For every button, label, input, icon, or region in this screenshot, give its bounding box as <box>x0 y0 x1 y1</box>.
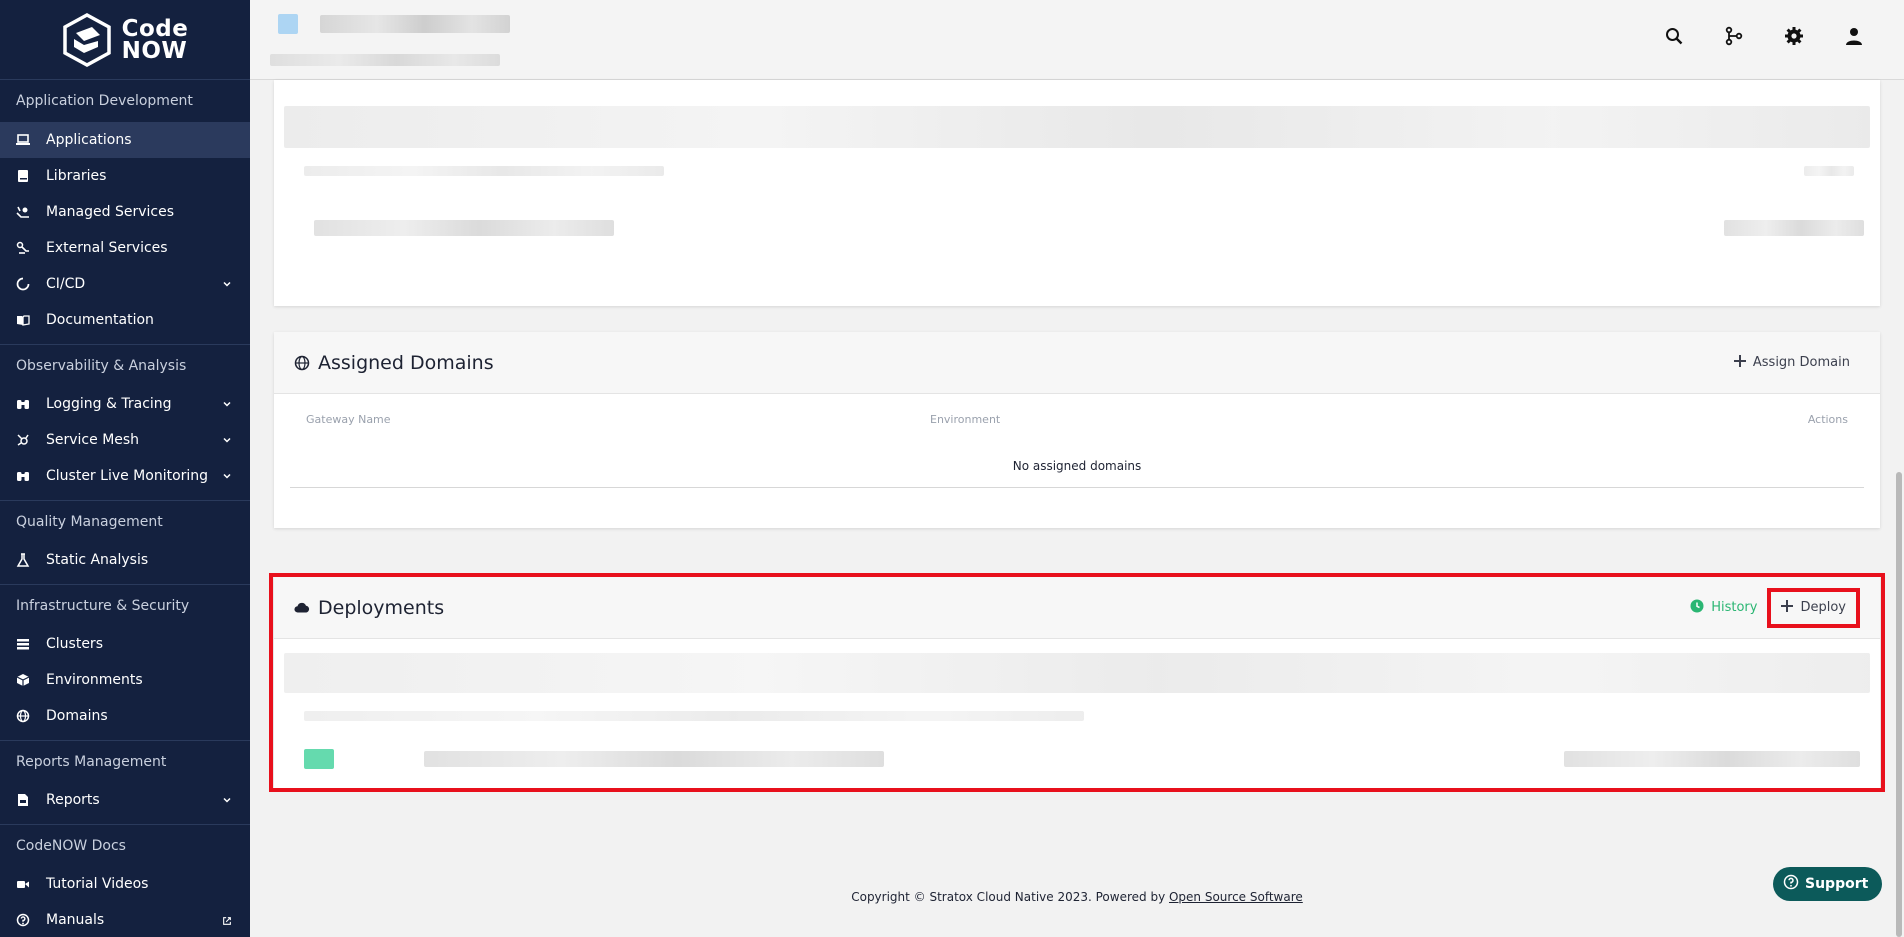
external-link-icon <box>222 915 232 925</box>
main-content: Assigned Domains Assign Domain Gateway N… <box>250 80 1904 937</box>
col-gateway-name: Gateway Name <box>306 412 391 426</box>
deployments-title: Deployments <box>318 596 445 619</box>
plug-icon <box>16 241 30 255</box>
col-environment: Environment <box>930 412 1001 426</box>
history-button[interactable]: History <box>1680 591 1767 625</box>
cloud-icon <box>294 600 310 616</box>
flask-icon <box>16 553 30 567</box>
blurred-app-title <box>320 15 510 33</box>
blurred-app-icon <box>278 14 298 34</box>
blurred-row-right <box>1724 220 1864 236</box>
sidebar-item-managed-services[interactable]: Managed Services <box>0 194 250 230</box>
clock-icon <box>1690 599 1704 617</box>
section-codenow-docs: CodeNOW Docs <box>0 824 250 866</box>
laptop-icon <box>16 133 30 147</box>
assigned-domains-title: Assigned Domains <box>318 351 494 374</box>
blurred-row <box>314 220 614 236</box>
sidebar-item-domains[interactable]: Domains <box>0 698 250 734</box>
binoculars-icon <box>16 397 30 411</box>
blurred-deploy-header <box>284 653 1870 693</box>
open-source-link[interactable]: Open Source Software <box>1169 890 1303 904</box>
sidebar-item-environments[interactable]: Environments <box>0 662 250 698</box>
book-icon <box>16 169 30 183</box>
cycle-icon <box>16 277 30 291</box>
col-actions: Actions <box>1807 412 1848 426</box>
sidebar-item-service-mesh[interactable]: Service Mesh <box>0 422 250 458</box>
question-circle-icon <box>16 913 30 927</box>
chevron-down-icon <box>222 795 232 805</box>
domains-table-header: Gateway Name Environment Actions <box>274 394 1880 444</box>
blurred-col-label-right <box>1804 166 1854 176</box>
chevron-down-icon <box>222 279 232 289</box>
gear-icon[interactable] <box>1784 26 1804 46</box>
codenow-logo[interactable]: Code NOW <box>0 0 250 80</box>
blurred-deploy-row-right <box>1564 751 1860 767</box>
domains-empty-state: No assigned domains <box>290 444 1864 488</box>
search-icon[interactable] <box>1664 26 1684 46</box>
sidebar-item-external-services[interactable]: External Services <box>0 230 250 266</box>
chevron-down-icon <box>222 471 232 481</box>
question-circle-icon <box>1783 874 1799 894</box>
chevron-down-icon <box>222 435 232 445</box>
header-actions <box>1664 26 1864 46</box>
sidebar-item-clusters[interactable]: Clusters <box>0 626 250 662</box>
globe-icon <box>16 709 30 723</box>
cube-icon <box>16 673 30 687</box>
binoculars-icon <box>16 469 30 483</box>
section-reports-management: Reports Management <box>0 740 250 782</box>
copyright-text: Copyright © Stratox Cloud Native 2023. P… <box>851 890 1169 904</box>
plus-icon <box>1733 354 1746 371</box>
top-header <box>250 0 1904 80</box>
sidebar-item-cicd[interactable]: CI/CD <box>0 266 250 302</box>
sidebar-item-logging-tracing[interactable]: Logging & Tracing <box>0 386 250 422</box>
assigned-domains-card: Assigned Domains Assign Domain Gateway N… <box>274 332 1880 528</box>
logo-hexagon-icon <box>62 12 111 67</box>
git-branch-icon[interactable] <box>1724 26 1744 46</box>
sidebar-item-tutorial-videos[interactable]: Tutorial Videos <box>0 866 250 902</box>
assigned-domains-header: Assigned Domains Assign Domain <box>274 332 1880 394</box>
blurred-deploy-columns <box>304 711 1084 721</box>
sidebar-item-libraries[interactable]: Libraries <box>0 158 250 194</box>
blurred-table-header <box>284 106 1870 148</box>
sidebar-item-reports[interactable]: Reports <box>0 782 250 818</box>
assign-domain-button[interactable]: Assign Domain <box>1724 347 1860 379</box>
chevron-down-icon <box>222 399 232 409</box>
sidebar-item-cluster-live-monitoring[interactable]: Cluster Live Monitoring <box>0 458 250 494</box>
support-button[interactable]: Support <box>1773 867 1883 901</box>
open-book-icon <box>16 313 30 327</box>
deploy-button[interactable]: Deploy <box>1767 587 1860 628</box>
csv-file-icon <box>16 793 30 807</box>
sidebar-item-documentation[interactable]: Documentation <box>0 302 250 338</box>
list-icon <box>16 637 30 651</box>
user-icon[interactable] <box>1844 26 1864 46</box>
deploy-status-indicator <box>304 749 334 769</box>
logo-text: Code NOW <box>121 15 189 64</box>
blurred-breadcrumb <box>270 54 500 66</box>
sidebar-item-static-analysis[interactable]: Static Analysis <box>0 542 250 578</box>
footer: Copyright © Stratox Cloud Native 2023. P… <box>250 890 1904 904</box>
blurred-col-labels <box>304 166 664 176</box>
sidebar: Code NOW Application Development Applica… <box>0 0 250 937</box>
section-observability: Observability & Analysis <box>0 344 250 386</box>
section-quality-management: Quality Management <box>0 500 250 542</box>
video-icon <box>16 877 30 891</box>
plus-icon <box>1781 599 1794 616</box>
sidebar-item-manuals[interactable]: Manuals <box>0 902 250 937</box>
details-card <box>274 80 1880 306</box>
section-infrastructure-security: Infrastructure & Security <box>0 584 250 626</box>
blurred-deploy-row <box>424 751 884 767</box>
section-application-development: Application Development <box>16 93 193 109</box>
deployments-header: Deployments History Deploy <box>274 577 1880 639</box>
mesh-icon <box>16 433 30 447</box>
sidebar-item-applications[interactable]: Applications <box>0 122 250 158</box>
hand-holding-icon <box>16 205 30 219</box>
deployments-card: Deployments History Deploy <box>274 577 1880 788</box>
globe-icon <box>294 355 310 371</box>
page-scrollbar[interactable] <box>1896 472 1902 937</box>
